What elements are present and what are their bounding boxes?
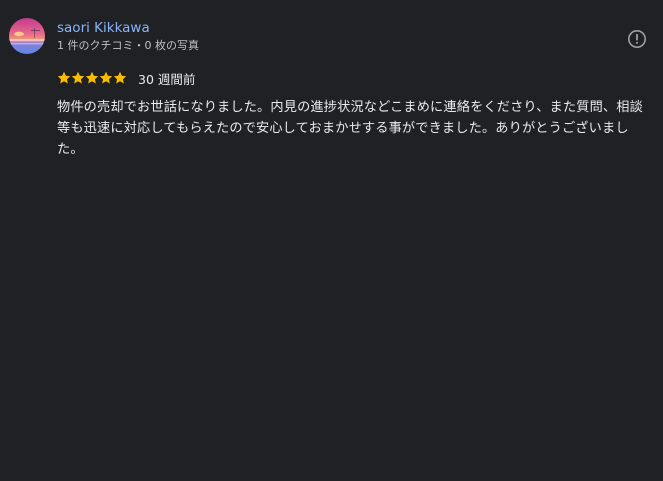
avatar[interactable]: [9, 18, 45, 54]
review-date: 30 週間前: [138, 71, 196, 87]
star-icon: [71, 71, 85, 84]
star-icon: [99, 71, 113, 84]
star-icon: [113, 71, 127, 84]
reviewer-stats: 1 件のクチコミ・0 枚の写真: [57, 39, 199, 52]
report-icon: [628, 30, 646, 48]
review-text: 物件の売却でお世話になりました。内見の進捗状況などこまめに連絡をくださり、また質…: [57, 100, 643, 157]
star-icon: [57, 71, 71, 84]
star-icon: [85, 71, 99, 84]
reviewer-name[interactable]: saori Kikkawa: [57, 19, 150, 37]
rating-row: 30 週間前: [57, 68, 195, 88]
star-rating: [57, 71, 127, 85]
report-button[interactable]: [624, 26, 650, 52]
profile-photo-icon: [9, 18, 45, 54]
